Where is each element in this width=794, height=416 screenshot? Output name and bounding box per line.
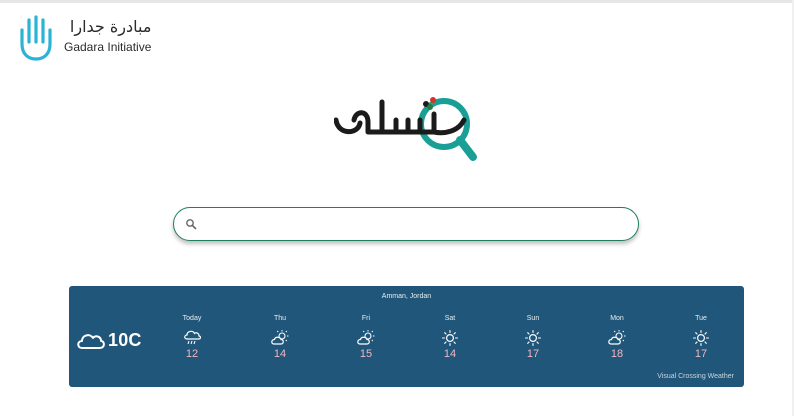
top-border bbox=[0, 0, 794, 3]
forecast-day-name: Fri bbox=[361, 315, 371, 322]
forecast-day-name: Thu bbox=[273, 315, 287, 322]
forecast-day-name: Today bbox=[182, 315, 202, 322]
weather-credit-link[interactable]: Visual Crossing Weather bbox=[657, 373, 734, 380]
logo-arabic-text: مبادرة جدارا bbox=[69, 17, 152, 36]
partly-sunny-icon bbox=[608, 330, 626, 345]
forecast-day-name: Mon bbox=[610, 315, 624, 322]
current-temperature: 10C bbox=[108, 329, 142, 350]
forecast-day-sun: Sun 17 bbox=[513, 315, 553, 360]
forecast-day-name: Sat bbox=[444, 315, 456, 322]
forecast-day-name: Tue bbox=[695, 315, 707, 322]
weather-widget[interactable]: Amman, Jordan 10C Today 12 Thu 14 Fri 15… bbox=[69, 286, 744, 387]
search-icon bbox=[186, 219, 197, 230]
nashama-logo bbox=[334, 97, 477, 161]
partly-sunny-icon bbox=[271, 330, 289, 345]
current-weather: 10C bbox=[75, 329, 142, 351]
rain-cloud-icon bbox=[184, 330, 201, 345]
forecast-temperature: 17 bbox=[694, 348, 708, 360]
gadara-hand-icon bbox=[20, 15, 52, 61]
sun-icon bbox=[692, 329, 710, 347]
forecast-temperature: 14 bbox=[443, 348, 457, 360]
forecast-temperature: 14 bbox=[273, 348, 287, 360]
forecast-day-today: Today 12 bbox=[172, 315, 212, 360]
forecast-temperature: 18 bbox=[610, 348, 624, 360]
search-input[interactable] bbox=[205, 210, 624, 238]
forecast-temperature: 17 bbox=[526, 348, 540, 360]
forecast-temperature: 12 bbox=[185, 348, 199, 360]
logo-english-text: Gadara Initiative bbox=[64, 40, 152, 54]
sun-icon bbox=[524, 329, 542, 347]
cloud-icon bbox=[77, 334, 105, 349]
weather-location: Amman, Jordan bbox=[381, 293, 432, 300]
partly-sunny-icon bbox=[357, 330, 375, 345]
gadara-logo[interactable]: مبادرة جدارا Gadara Initiative bbox=[18, 14, 151, 62]
forecast-day-name: Sun bbox=[526, 315, 540, 322]
search-bar[interactable] bbox=[173, 207, 639, 241]
forecast-day-thu: Thu 14 bbox=[260, 315, 300, 360]
forecast-day-sat: Sat 14 bbox=[430, 315, 470, 360]
forecast-day-fri: Fri 15 bbox=[346, 315, 386, 360]
forecast-day-mon: Mon 18 bbox=[597, 315, 637, 360]
forecast-temperature: 15 bbox=[359, 348, 373, 360]
sun-icon bbox=[441, 329, 459, 347]
forecast-day-tue: Tue 17 bbox=[681, 315, 721, 360]
